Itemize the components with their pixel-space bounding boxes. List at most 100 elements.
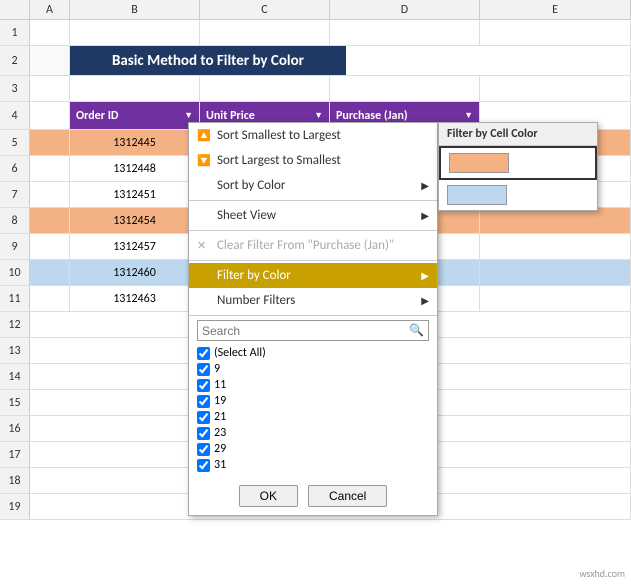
rownum-11: 11 [0,286,30,311]
rownum-2: 2 [0,46,30,75]
header-purchase-jan-label: Purchase (Jan) [336,109,408,123]
menu-item-sort-asc-label: Sort Smallest to Largest [217,128,341,143]
checkbox-list: (Select All) 9 11 19 21 23 [197,345,429,473]
filter-arrow-order-id[interactable]: ▼ [184,110,193,121]
rownum-8: 8 [0,208,30,233]
cell-3e [480,76,631,101]
menu-separator-1 [189,200,437,201]
checkbox-31[interactable] [197,459,210,472]
rownum-14: 14 [0,364,30,389]
cell-5b: 1312445 [70,130,200,155]
submenu-color-blue[interactable] [439,180,597,210]
header-order-id[interactable]: Order ID ▼ [70,102,200,129]
cell-8b: 1312454 [70,208,200,233]
cell-8e [480,208,631,233]
menu-buttons: OK Cancel [189,477,437,515]
col-header-blank [0,0,30,19]
checkbox-11-label: 11 [214,378,226,392]
checkbox-11[interactable] [197,379,210,392]
checkbox-item-31[interactable]: 31 [197,457,429,473]
menu-item-sort-asc[interactable]: 🔼 Sort Smallest to Largest [189,123,437,148]
checkbox-21[interactable] [197,411,210,424]
checkbox-29[interactable] [197,443,210,456]
checkbox-item-19[interactable]: 19 [197,393,429,409]
rownum-9: 9 [0,234,30,259]
sheet-view-arrow-icon: ▶ [421,209,429,222]
menu-item-sort-desc[interactable]: 🔽 Sort Largest to Smallest [189,148,437,173]
checkbox-19-label: 19 [214,394,226,408]
menu-item-clear-filter[interactable]: ✕ Clear Filter From "Purchase (Jan)" [189,233,437,258]
cell-3a [30,76,70,101]
rownum-15: 15 [0,390,30,415]
row-2-title: 2 Basic Method to Filter by Color [0,46,631,76]
col-header-d: D [330,0,480,19]
checkbox-item-9[interactable]: 9 [197,361,429,377]
menu-separator-2 [189,230,437,231]
cell-3c [200,76,330,101]
rownum-10: 10 [0,260,30,285]
filter-arrow-unit-price[interactable]: ▼ [314,110,323,121]
checkbox-item-21[interactable]: 21 [197,409,429,425]
spreadsheet-title: Basic Method to Filter by Color [70,46,346,75]
checkbox-9[interactable] [197,363,210,376]
rownum-13: 13 [0,338,30,363]
menu-item-sort-by-color[interactable]: Sort by Color ▶ [189,173,437,198]
search-input[interactable] [202,324,409,338]
col-header-a: A [30,0,70,19]
cell-10b: 1312460 [70,260,200,285]
cell-1a [30,20,70,45]
menu-item-clear-filter-label: Clear Filter From "Purchase (Jan)" [217,238,394,253]
cell-2e [346,46,631,75]
color-swatch-orange [449,153,509,173]
rownum-6: 6 [0,156,30,181]
col-headers: A B C D E [0,0,631,20]
clear-filter-icon: ✕ [197,239,206,252]
checkbox-item-11[interactable]: 11 [197,377,429,393]
menu-item-filter-by-color-label: Filter by Color [217,268,291,283]
rownum-3: 3 [0,76,30,101]
rownum-4: 4 [0,102,30,129]
checkbox-item-29[interactable]: 29 [197,441,429,457]
sort-by-color-arrow-icon: ▶ [421,179,429,192]
ok-button[interactable]: OK [239,485,298,507]
cell-8a [30,208,70,233]
watermark: wsxhd.com [579,567,625,580]
submenu-header: Filter by Cell Color [439,123,597,146]
filter-arrow-purchase-jan[interactable]: ▼ [464,110,473,121]
menu-item-sort-by-color-label: Sort by Color [217,178,285,193]
cell-9b: 1312457 [70,234,200,259]
cell-3d [330,76,480,101]
submenu-color-orange[interactable] [439,146,597,180]
checkbox-23[interactable] [197,427,210,440]
sort-desc-icon: 🔽 [197,154,211,167]
checkbox-23-label: 23 [214,426,226,440]
cell-6b: 1312448 [70,156,200,181]
row-3: 3 [0,76,631,102]
cell-5a [30,130,70,155]
filter-by-color-submenu: Filter by Cell Color [438,122,598,211]
rownum-19: 19 [0,494,30,519]
cell-10e [480,260,631,285]
menu-item-number-filters[interactable]: Number Filters ▶ [189,288,437,313]
cell-1b [70,20,200,45]
cell-10a [30,260,70,285]
checkbox-item-select-all[interactable]: (Select All) [197,345,429,361]
cell-4a [30,102,70,129]
col-header-c: C [200,0,330,19]
checkbox-29-label: 29 [214,442,226,456]
rownum-16: 16 [0,416,30,441]
checkbox-select-all-label: (Select All) [214,346,266,360]
checkbox-9-label: 9 [214,362,220,376]
checkbox-item-23[interactable]: 23 [197,425,429,441]
checkbox-select-all[interactable] [197,347,210,360]
menu-search-box[interactable]: 🔍 [197,320,429,341]
cell-11a [30,286,70,311]
menu-item-filter-by-color[interactable]: Filter by Color ▶ [189,263,437,288]
cell-6a [30,156,70,181]
checkbox-19[interactable] [197,395,210,408]
menu-item-sheet-view[interactable]: Sheet View ▶ [189,203,437,228]
cancel-button[interactable]: Cancel [308,485,387,507]
menu-separator-3 [189,260,437,261]
checkbox-31-label: 31 [214,458,226,472]
rownum-12: 12 [0,312,30,337]
